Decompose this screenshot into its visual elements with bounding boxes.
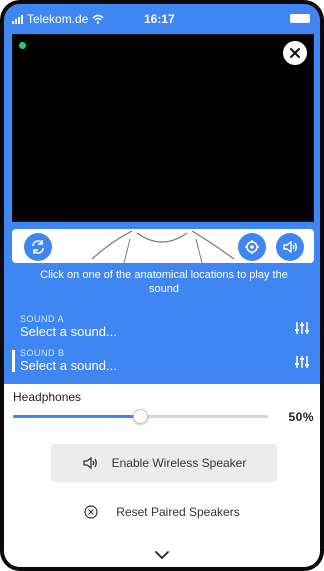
sound-a-label: SOUND A bbox=[20, 314, 65, 324]
volume-slider[interactable] bbox=[13, 409, 268, 424]
gear-icon bbox=[245, 240, 259, 254]
volume-slider-fill bbox=[13, 415, 141, 418]
wifi-icon bbox=[92, 14, 104, 24]
status-left: Telekom.de bbox=[12, 12, 104, 26]
equalizer-icon[interactable] bbox=[294, 354, 310, 370]
reset-paired-speakers-button[interactable]: Reset Paired Speakers bbox=[4, 502, 320, 522]
carrier-name: Telekom.de bbox=[27, 12, 89, 26]
chevron-down-icon[interactable] bbox=[154, 550, 170, 560]
speaker-icon bbox=[283, 240, 297, 254]
phone-frame: Telekom.de 16:17 Click on one of the ana… bbox=[0, 0, 324, 571]
speaker-button[interactable] bbox=[276, 233, 304, 261]
settings-button[interactable] bbox=[238, 233, 266, 261]
output-label: Headphones bbox=[13, 390, 82, 404]
refresh-button[interactable] bbox=[24, 233, 52, 261]
status-time: 16:17 bbox=[144, 12, 175, 26]
app-screen: Telekom.de 16:17 Click on one of the ana… bbox=[4, 4, 320, 567]
sound-b-label: SOUND B bbox=[20, 348, 65, 358]
refresh-icon bbox=[32, 240, 44, 254]
active-indicator bbox=[12, 350, 15, 372]
volume-percent: 50% bbox=[288, 410, 314, 424]
anatomical-map[interactable] bbox=[12, 229, 314, 263]
close-icon bbox=[290, 48, 300, 58]
sound-b-selector[interactable]: SOUND B Select a sound... bbox=[12, 348, 312, 378]
status-bar: Telekom.de 16:17 bbox=[4, 4, 320, 32]
speaker-icon bbox=[82, 456, 97, 470]
equalizer-icon[interactable] bbox=[294, 320, 310, 336]
enable-wireless-speaker-button[interactable]: Enable Wireless Speaker bbox=[51, 444, 277, 482]
reset-paired-speakers-label: Reset Paired Speakers bbox=[116, 505, 240, 519]
sound-a-selector[interactable]: SOUND A Select a sound... bbox=[12, 314, 312, 344]
enable-wireless-speaker-label: Enable Wireless Speaker bbox=[111, 456, 247, 470]
volume-slider-thumb[interactable] bbox=[133, 409, 148, 424]
sound-a-value: Select a sound... bbox=[20, 324, 117, 339]
close-button[interactable] bbox=[283, 41, 307, 65]
sound-b-value: Select a sound... bbox=[20, 358, 117, 373]
signal-icon bbox=[12, 14, 23, 24]
torso-outline bbox=[91, 230, 235, 263]
live-indicator-dot bbox=[19, 42, 26, 49]
video-view bbox=[12, 34, 314, 222]
output-panel: Headphones 50% Enable Wireless Speaker R… bbox=[4, 384, 320, 567]
battery-icon bbox=[290, 14, 310, 23]
instruction-text: Click on one of the anatomical locations… bbox=[40, 269, 288, 295]
x-circle-icon bbox=[84, 505, 98, 519]
